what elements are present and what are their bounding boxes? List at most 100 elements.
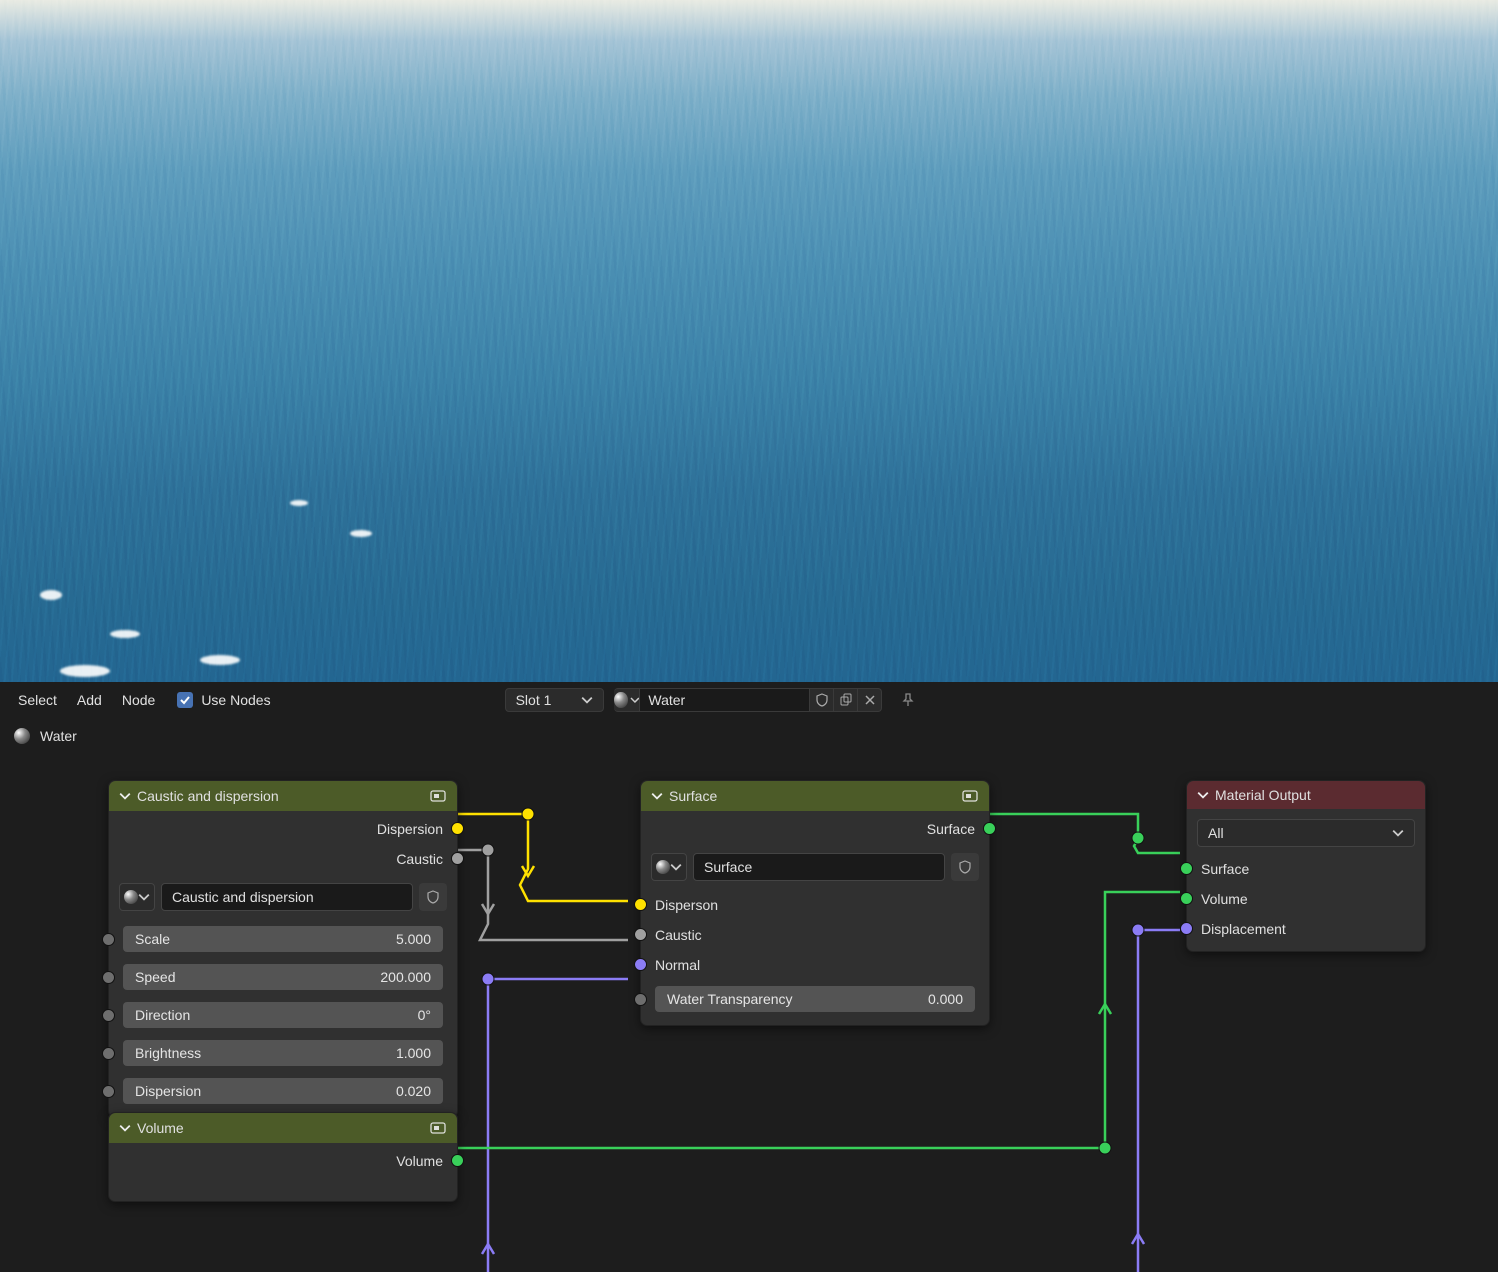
fake-user-button[interactable] xyxy=(419,883,447,911)
chevron-down-icon xyxy=(630,694,640,706)
socket-label: Caustic xyxy=(655,927,702,943)
shield-icon xyxy=(426,890,440,904)
socket-in[interactable] xyxy=(634,898,647,911)
socket-in[interactable] xyxy=(102,933,115,946)
socket-in[interactable] xyxy=(634,958,647,971)
socket-out[interactable] xyxy=(451,1154,464,1167)
use-nodes-label: Use Nodes xyxy=(201,692,270,708)
socket-in[interactable] xyxy=(102,971,115,984)
field-label: Scale xyxy=(135,931,170,947)
socket-in[interactable] xyxy=(102,1085,115,1098)
input-speed: Speed 200.000 xyxy=(109,961,457,993)
material-sphere-icon xyxy=(14,728,30,744)
field-value: 0° xyxy=(418,1007,431,1023)
node-surface[interactable]: Surface Surface Surface xyxy=(640,780,990,1026)
num-field-water-transparency[interactable]: Water Transparency 0.000 xyxy=(655,986,975,1012)
specular-highlight xyxy=(40,590,62,600)
use-nodes-checkbox[interactable] xyxy=(177,692,193,708)
chevron-down-icon xyxy=(1392,827,1404,839)
specular-highlight xyxy=(290,500,308,506)
shield-icon xyxy=(958,860,972,874)
num-field-scale[interactable]: Scale 5.000 xyxy=(123,926,443,952)
socket-out[interactable] xyxy=(983,822,996,835)
num-field-dispersion[interactable]: Dispersion 0.020 xyxy=(123,1078,443,1104)
num-field-speed[interactable]: Speed 200.000 xyxy=(123,964,443,990)
input-direction: Direction 0° xyxy=(109,999,457,1031)
shield-icon xyxy=(815,693,829,707)
input-volume: Volume xyxy=(1187,887,1425,911)
input-water-transparency: Water Transparency 0.000 xyxy=(641,983,989,1015)
socket-in[interactable] xyxy=(1180,892,1193,905)
socket-in[interactable] xyxy=(634,993,647,1006)
output-volume: Volume xyxy=(109,1149,457,1173)
node-title: Volume xyxy=(137,1120,423,1136)
field-label: Dispersion xyxy=(135,1083,201,1099)
chevron-down-icon xyxy=(138,891,150,903)
nodegroup-browse[interactable] xyxy=(651,853,687,881)
socket-in[interactable] xyxy=(1180,922,1193,935)
viewport[interactable] xyxy=(0,0,1498,682)
specular-highlight xyxy=(110,630,140,638)
num-field-direction[interactable]: Direction 0° xyxy=(123,1002,443,1028)
input-dispersion: Dispersion 0.020 xyxy=(109,1075,457,1107)
node-material-output[interactable]: Material Output All Surface Volume Displ… xyxy=(1186,780,1426,952)
menu-select[interactable]: Select xyxy=(10,688,65,712)
nodegroup-name-text: Caustic and dispersion xyxy=(172,889,314,905)
menu-node[interactable]: Node xyxy=(114,688,163,712)
nodegroup-icon xyxy=(124,890,138,904)
chevron-down-icon xyxy=(670,861,682,873)
material-name-field[interactable]: Water xyxy=(640,688,810,712)
unlink-material-button[interactable] xyxy=(858,688,882,712)
socket-label: Volume xyxy=(396,1153,443,1169)
node-options-icon[interactable] xyxy=(429,787,447,805)
input-brightness: Brightness 1.000 xyxy=(109,1037,457,1069)
menu-add[interactable]: Add xyxy=(69,688,110,712)
node-header[interactable]: Material Output xyxy=(1187,781,1425,809)
output-caustic: Caustic xyxy=(109,847,457,871)
socket-label: Disperson xyxy=(655,897,718,913)
socket-in[interactable] xyxy=(1180,862,1193,875)
node-header[interactable]: Surface xyxy=(641,781,989,811)
node-header[interactable]: Caustic and dispersion xyxy=(109,781,457,811)
field-label: Brightness xyxy=(135,1045,201,1061)
nodegroup-browse[interactable] xyxy=(119,883,155,911)
input-displacement: Displacement xyxy=(1187,917,1425,941)
fake-user-button[interactable] xyxy=(810,688,834,712)
node-caustic-dispersion[interactable]: Caustic and dispersion Dispersion Causti… xyxy=(108,780,458,1118)
material-browse-button[interactable] xyxy=(614,688,640,712)
socket-in[interactable] xyxy=(102,1047,115,1060)
slot-select[interactable]: Slot 1 xyxy=(505,688,605,712)
node-options-icon[interactable] xyxy=(961,787,979,805)
field-label: Speed xyxy=(135,969,175,985)
node-options-icon[interactable] xyxy=(429,1119,447,1137)
field-value: 200.000 xyxy=(380,969,431,985)
field-label: Direction xyxy=(135,1007,190,1023)
socket-out[interactable] xyxy=(451,822,464,835)
nodegroup-name[interactable]: Caustic and dispersion xyxy=(161,883,413,911)
socket-label: Normal xyxy=(655,957,700,973)
output-surface: Surface xyxy=(641,817,989,841)
breadcrumb-material[interactable]: Water xyxy=(40,728,77,744)
node-editor[interactable]: Caustic and dispersion Dispersion Causti… xyxy=(0,754,1498,1268)
num-field-brightness[interactable]: Brightness 1.000 xyxy=(123,1040,443,1066)
socket-in[interactable] xyxy=(634,928,647,941)
socket-in[interactable] xyxy=(102,1009,115,1022)
breadcrumb: Water xyxy=(0,718,1498,754)
input-scale: Scale 5.000 xyxy=(109,923,457,955)
close-icon xyxy=(864,694,876,706)
nodegroup-icon xyxy=(656,860,670,874)
slot-label: Slot 1 xyxy=(516,692,552,708)
input-normal: Normal xyxy=(641,953,989,977)
specular-highlight xyxy=(350,530,372,537)
node-header[interactable]: Volume xyxy=(109,1113,457,1143)
nodegroup-name[interactable]: Surface xyxy=(693,853,945,881)
target-select[interactable]: All xyxy=(1197,819,1415,847)
chevron-down-icon xyxy=(119,1122,131,1134)
socket-out[interactable] xyxy=(451,852,464,865)
fake-user-button[interactable] xyxy=(951,853,979,881)
field-value: 0.000 xyxy=(928,991,963,1007)
node-volume[interactable]: Volume Volume xyxy=(108,1112,458,1202)
chevron-down-icon xyxy=(651,790,663,802)
pin-button[interactable] xyxy=(896,688,920,712)
new-material-button[interactable] xyxy=(834,688,858,712)
